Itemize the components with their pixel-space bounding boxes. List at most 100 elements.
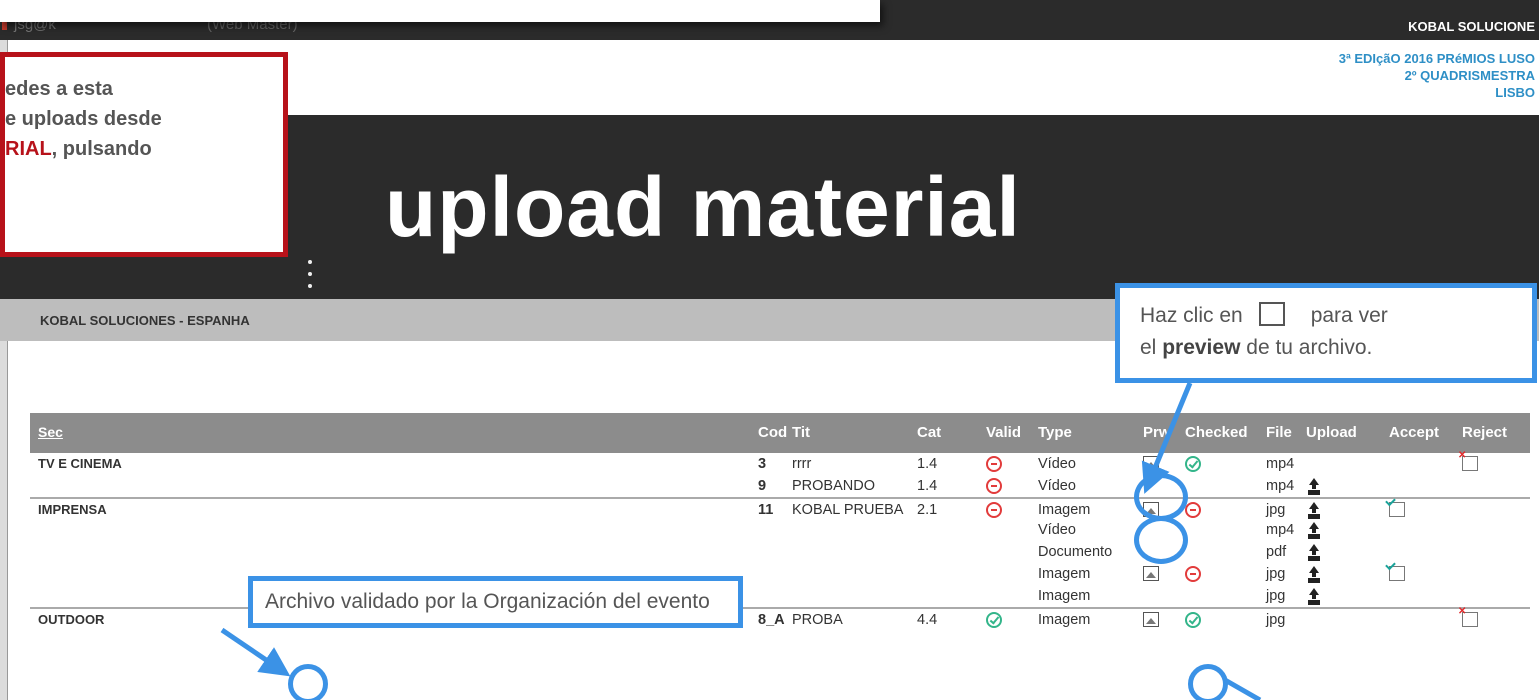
header-upload: Upload xyxy=(1306,424,1357,441)
header-tit: Tit xyxy=(792,424,811,441)
upload-icon[interactable] xyxy=(1306,566,1322,582)
image-icon xyxy=(1258,302,1285,326)
cell-file: pdf xyxy=(1266,544,1287,560)
cell-upload xyxy=(1306,588,1322,608)
cell-checked xyxy=(1185,612,1201,632)
cell-cat: 4.4 xyxy=(917,612,938,628)
checked-highlight-ring xyxy=(1188,664,1228,700)
cell-cod: 9 xyxy=(758,478,767,494)
table-row: IMPRENSA 11 KOBAL PRUEBA 2.1 Imagem jpg xyxy=(30,497,1530,519)
validation-callout-text: Archivo validado por la Organización del… xyxy=(265,590,710,613)
preview-line2-bold: preview xyxy=(1162,336,1241,359)
header-reject: Reject xyxy=(1462,424,1508,441)
preview-highlight-ring xyxy=(1134,473,1188,521)
instructions-highlight: RIAL xyxy=(5,138,52,160)
cell-cat: 1.4 xyxy=(917,456,938,472)
company-name: KOBAL SOLUCIONES - ESPANHA xyxy=(40,313,250,328)
valid-arrow xyxy=(220,627,291,677)
cell-cod: 11 xyxy=(758,502,774,518)
reject-icon[interactable] xyxy=(1458,606,1478,627)
event-info: 3ª EDIçãO 2016 PRéMIOS LUSO 2º QUADRISME… xyxy=(1339,50,1535,101)
valid-check-icon xyxy=(1185,456,1201,472)
cell-checked xyxy=(1185,456,1201,476)
accept-icon[interactable] xyxy=(1389,502,1405,517)
invalid-icon xyxy=(986,478,1002,494)
valid-check-icon xyxy=(986,612,1002,628)
header-accept: Accept xyxy=(1389,424,1440,441)
cell-type: Imagem xyxy=(1038,502,1091,518)
cell-sec: OUTDOOR xyxy=(38,612,105,627)
cell-sec: IMPRENSA xyxy=(38,502,107,517)
instructions-callout: edes a esta e uploads desde RIAL, pulsan… xyxy=(0,52,288,257)
accept-icon[interactable] xyxy=(1389,566,1405,581)
cell-type: Vídeo xyxy=(1038,478,1076,494)
cell-upload xyxy=(1306,566,1322,586)
invalid-icon xyxy=(1185,566,1201,582)
header-sec[interactable]: Sec xyxy=(38,424,63,440)
event-line-2: 2º QUADRISMESTRA xyxy=(1404,68,1535,83)
top-company-name: KOBAL SOLUCIONE xyxy=(1408,19,1535,34)
instructions-line-1: edes a esta xyxy=(5,78,113,100)
cell-tit: PROBANDO xyxy=(792,478,875,494)
upload-icon[interactable] xyxy=(1306,522,1322,538)
cell-tit: KOBAL PRUEBA xyxy=(792,502,904,518)
cell-sec: TV E CINEMA xyxy=(38,456,122,471)
cell-reject xyxy=(1458,450,1478,475)
header-type: Type xyxy=(1038,424,1072,441)
cell-prw xyxy=(1143,566,1159,585)
cell-file: jpg xyxy=(1266,612,1286,628)
checked-arrow xyxy=(1223,677,1262,700)
cell-valid xyxy=(986,456,1002,476)
header-checked: Checked xyxy=(1185,424,1248,441)
reject-icon[interactable] xyxy=(1458,450,1478,471)
valid-check-icon xyxy=(1185,612,1201,628)
cell-file: jpg xyxy=(1266,502,1286,518)
cell-upload xyxy=(1306,478,1322,498)
preview-highlight-ring xyxy=(1134,516,1188,564)
cell-type: Imagem xyxy=(1038,566,1091,582)
preview-line2-before: el xyxy=(1140,336,1157,359)
cell-checked xyxy=(1185,566,1201,586)
invalid-icon xyxy=(986,456,1002,472)
cell-tit: rrrr xyxy=(792,456,812,472)
upload-icon[interactable] xyxy=(1306,588,1322,604)
preview-callout: Haz clic en para ver el preview de tu arc… xyxy=(1115,283,1537,383)
invalid-icon xyxy=(1185,502,1201,518)
cell-accept xyxy=(1389,566,1405,585)
page-title: upload material xyxy=(385,160,1021,254)
more-options-icon[interactable] xyxy=(306,260,314,296)
preview-text-after: para ver xyxy=(1310,304,1388,327)
cell-file: mp4 xyxy=(1266,478,1295,494)
cell-type: Imagem xyxy=(1038,612,1091,628)
cell-file: jpg xyxy=(1266,566,1286,582)
cell-prw xyxy=(1143,456,1159,475)
valid-highlight-ring xyxy=(288,664,328,700)
instructions-line-2: e uploads desde xyxy=(5,108,162,130)
cell-valid xyxy=(986,612,1002,632)
cell-tit: PROBA xyxy=(792,612,843,628)
table-row: Documento pdf xyxy=(30,541,1530,563)
upload-icon[interactable] xyxy=(1306,502,1322,518)
table-header: Sec Cod Tit Cat Valid Type Prw Checked F… xyxy=(30,413,1530,453)
image-preview-icon[interactable] xyxy=(1143,566,1159,581)
cell-file: jpg xyxy=(1266,588,1286,604)
cell-prw xyxy=(1143,612,1159,631)
cell-reject xyxy=(1458,606,1478,631)
image-preview-icon[interactable] xyxy=(1143,456,1159,471)
cell-type: Vídeo xyxy=(1038,456,1076,472)
upload-icon[interactable] xyxy=(1306,544,1322,560)
cell-type: Documento xyxy=(1038,544,1113,560)
upload-icon[interactable] xyxy=(1306,478,1322,494)
preview-callout-line-1: Haz clic en para ver xyxy=(1140,300,1532,332)
header-cod: Cod xyxy=(758,424,788,441)
cell-upload xyxy=(1306,522,1322,542)
event-line-1: 3ª EDIçãO 2016 PRéMIOS LUSO xyxy=(1338,51,1535,66)
cell-file: mp4 xyxy=(1266,522,1295,538)
overlay-panel xyxy=(0,0,880,22)
header-file: File xyxy=(1266,424,1292,441)
image-preview-icon[interactable] xyxy=(1143,612,1159,627)
cell-type: Imagem xyxy=(1038,588,1091,604)
cell-valid xyxy=(986,478,1002,498)
cell-cat: 1.4 xyxy=(917,478,938,494)
cell-upload xyxy=(1306,544,1322,564)
